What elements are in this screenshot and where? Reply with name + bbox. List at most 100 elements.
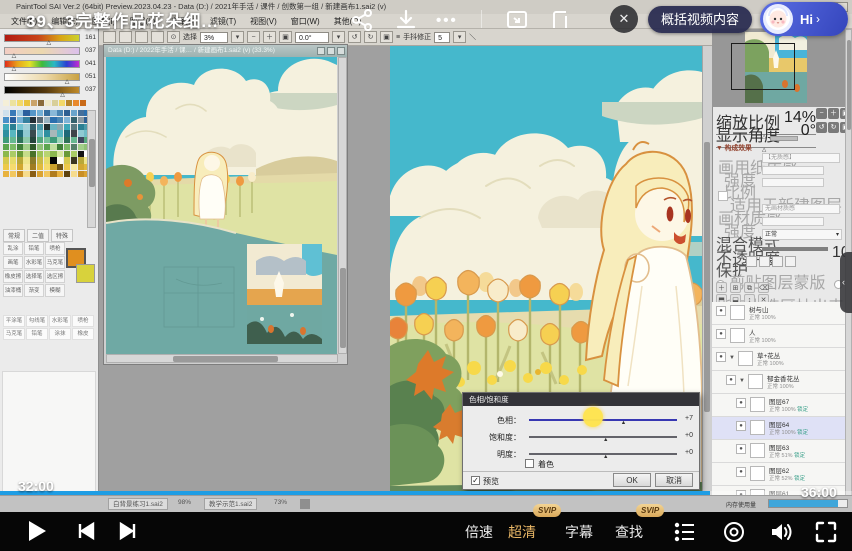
palette-cell[interactable] <box>64 164 70 170</box>
stabilizer-value[interactable]: 5 <box>434 32 450 43</box>
palette-cell[interactable] <box>17 117 23 123</box>
palette-cell[interactable] <box>23 151 29 157</box>
zoom-dropdown[interactable]: ▾ <box>231 31 244 43</box>
palette-cell[interactable] <box>23 124 29 130</box>
nav-rotate-ccw-button[interactable]: ↺ <box>816 122 827 133</box>
navigator-viewport-rect[interactable] <box>731 43 795 90</box>
canvas-minimize-button[interactable] <box>317 47 325 55</box>
palette-cell[interactable] <box>44 124 50 130</box>
palette-cell[interactable] <box>57 137 63 143</box>
subtitle-button[interactable]: 字幕 <box>565 522 593 542</box>
palette-cell[interactable] <box>44 144 50 150</box>
layer-visibility-eye[interactable]: ● <box>736 467 746 477</box>
palette-cell[interactable] <box>78 137 84 143</box>
palette-cell[interactable] <box>30 151 36 157</box>
color-slider-knob[interactable]: △ <box>60 92 65 98</box>
palette-cell[interactable] <box>3 130 9 136</box>
preview-checkbox[interactable]: ✓ <box>471 476 480 485</box>
stabilizer-dropdown[interactable]: ▾ <box>453 31 466 43</box>
tool-button[interactable]: 画笔 <box>3 256 23 269</box>
palette-cell[interactable] <box>30 157 36 163</box>
palette-cell[interactable] <box>71 130 77 136</box>
palette-cell[interactable] <box>57 117 63 123</box>
sidebar-collapse-handle[interactable]: ‹ <box>840 252 852 313</box>
palette-cell[interactable] <box>37 157 43 163</box>
palette-cell[interactable] <box>57 171 63 177</box>
volume-icon[interactable] <box>768 520 792 544</box>
palette-cell[interactable] <box>17 164 23 170</box>
nav-rotate-cw-button[interactable]: ↻ <box>828 122 839 133</box>
blend-mode-select[interactable]: 正常▾ <box>762 229 842 240</box>
palette-cell[interactable] <box>44 164 50 170</box>
palette-cell[interactable] <box>57 157 63 163</box>
palette-cell[interactable] <box>10 130 16 136</box>
flip-icon[interactable]: ≡ <box>396 34 400 41</box>
palette-cell[interactable] <box>3 144 9 150</box>
palette-cell[interactable] <box>78 110 84 116</box>
material-value[interactable]: 无画材质感 <box>762 204 840 214</box>
palette-cell[interactable] <box>3 151 9 157</box>
speed-button[interactable]: 倍速 <box>465 522 493 542</box>
palette-cell[interactable] <box>37 164 43 170</box>
palette-cell[interactable] <box>30 124 36 130</box>
palette-cell[interactable] <box>50 110 56 116</box>
palette-cell[interactable] <box>23 157 29 163</box>
menu-item[interactable]: 视图(V) <box>243 14 284 29</box>
palette-cell[interactable] <box>37 130 43 136</box>
brush-preset[interactable]: 橡皮 <box>72 328 94 340</box>
tool-tab[interactable]: 常规 <box>3 229 25 242</box>
color-slider-track[interactable] <box>4 86 80 94</box>
zoom-in-button[interactable]: ＋ <box>263 31 276 43</box>
palette-cell[interactable] <box>44 110 50 116</box>
video-progress-bar[interactable] <box>0 491 852 495</box>
more-icon[interactable]: ••• <box>436 12 458 29</box>
palette-cell[interactable] <box>64 171 70 177</box>
layer-visibility-eye[interactable]: ● <box>736 421 746 431</box>
palette-cell[interactable] <box>10 157 16 163</box>
layer-visibility-eye[interactable]: ● <box>736 398 746 408</box>
dialog-slider-row[interactable]: 饱和度：▲+0 <box>471 428 693 446</box>
palette-cell[interactable] <box>57 144 63 150</box>
swatch-cell[interactable] <box>59 100 65 106</box>
palette-cell[interactable] <box>30 171 36 177</box>
effects-section-title[interactable]: ▼ 构成效果 <box>716 142 752 152</box>
palette-cell[interactable] <box>71 171 77 177</box>
tool-button[interactable]: 乱涂 <box>3 242 23 255</box>
palette-cell[interactable] <box>78 157 84 163</box>
palette-cell[interactable] <box>37 151 43 157</box>
palette-cell[interactable] <box>64 151 70 157</box>
swatch-cell[interactable] <box>73 100 79 106</box>
swatch-cell[interactable] <box>10 100 16 106</box>
hue-saturation-dialog[interactable]: 色相/饱和度 色相：▲+7饱和度：▲+0明度：▲+0 着色 ✓ 预览 OK 取消 <box>462 392 700 490</box>
material-strength-field[interactable] <box>762 217 824 226</box>
palette-cell[interactable] <box>17 157 23 163</box>
palette-cell[interactable] <box>44 171 50 177</box>
swatch-cell[interactable] <box>31 100 37 106</box>
palette-cell[interactable] <box>64 124 70 130</box>
zoom-value[interactable]: 3% <box>200 32 228 43</box>
effects-scale-field[interactable] <box>762 178 824 187</box>
palette-cell[interactable] <box>50 124 56 130</box>
palette-cell[interactable] <box>17 171 23 177</box>
brush-preset[interactable]: 平涂笔 <box>3 315 25 327</box>
ok-button[interactable]: OK <box>613 473 651 487</box>
canvas-artwork-overview[interactable] <box>106 57 337 354</box>
palette-cell[interactable] <box>71 137 77 143</box>
share-icon[interactable] <box>350 8 374 32</box>
palette-cell[interactable] <box>44 151 50 157</box>
palette-cell[interactable] <box>64 157 70 163</box>
palette-cell[interactable] <box>30 110 36 116</box>
palette-cell[interactable] <box>17 124 23 130</box>
palette-cell[interactable] <box>10 110 16 116</box>
palette-cell[interactable] <box>64 144 70 150</box>
palette-cell[interactable] <box>37 117 43 123</box>
palette-cell[interactable] <box>50 171 56 177</box>
tool-button[interactable]: 渐变 <box>24 284 44 297</box>
dialog-slider-knob[interactable]: ▲ <box>603 455 608 460</box>
palette-cell[interactable] <box>17 151 23 157</box>
cancel-button[interactable]: 取消 <box>655 473 693 487</box>
brush-preset[interactable]: 勾线笔 <box>26 315 48 327</box>
play-icon[interactable] <box>22 517 50 545</box>
zoom-reset-button[interactable]: ▣ <box>279 31 292 43</box>
palette-cell[interactable] <box>23 117 29 123</box>
